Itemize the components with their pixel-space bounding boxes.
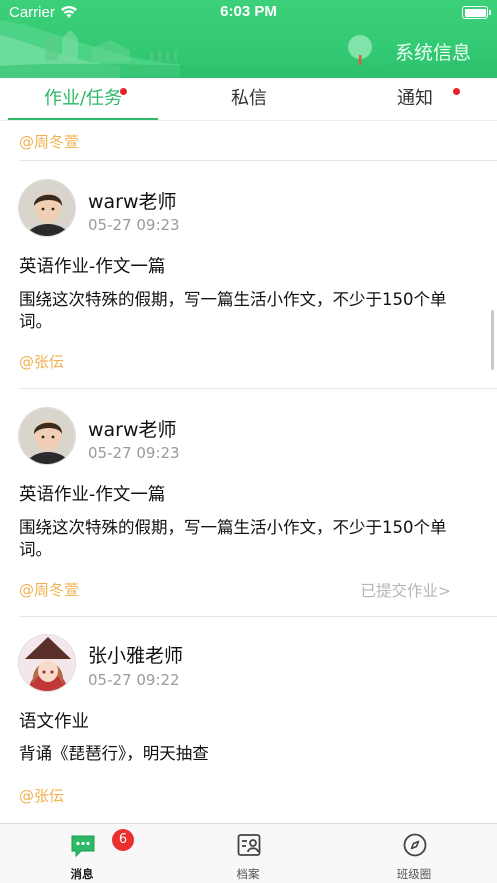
tabbar-item-messages[interactable]: 6 消息 [22, 824, 142, 883]
submitted-homework-link[interactable]: 已提交作业> [361, 579, 452, 601]
teacher-avatar[interactable] [18, 634, 76, 692]
compass-icon [403, 833, 427, 857]
homework-title: 英语作业-作文一篇 [19, 485, 166, 505]
homework-feed[interactable]: @周冬萱 warw老师 05-27 09:23 英语作业-作文一篇 围绕这次特殊… [0, 121, 497, 824]
post-time: 05-27 09:23 [88, 444, 180, 462]
tabbar-label: 班级圈 [396, 867, 432, 881]
tabbar-label: 消息 [70, 867, 94, 881]
homework-description: 围绕这次特殊的假期，写一篇生活小作文，不少于150个单词。 [19, 518, 447, 559]
teacher-name: 张小雅老师 [88, 645, 184, 667]
tab-homework-label: 作业/任务 [43, 88, 123, 109]
homework-post[interactable]: warw老师 05-27 09:23 英语作业-作文一篇 围绕这次特殊的假期，写… [0, 389, 497, 617]
tab-notifications[interactable]: 通知 [340, 78, 490, 121]
status-bar: Carrier 6:03 PM [0, 0, 497, 26]
mention-tag[interactable]: @张伝 [19, 351, 64, 372]
tab-homework[interactable]: 作业/任务 [8, 78, 158, 121]
mention-tag[interactable]: @周冬萱 [19, 131, 79, 152]
tabbar-label: 档案 [236, 867, 260, 881]
teacher-avatar[interactable] [18, 407, 76, 465]
tab-private-messages-label: 私信 [231, 88, 267, 109]
unread-count-badge: 6 [112, 829, 134, 851]
homework-description: 背诵《琵琶行》，明天抽查 [19, 744, 209, 763]
homework-description: 围绕这次特殊的假期，写一篇生活小作文，不少于150个单词。 [19, 290, 447, 331]
feed-scrollbar[interactable] [491, 310, 494, 370]
message-icon [71, 835, 95, 858]
homework-post[interactable]: 张小雅老师 05-27 09:22 语文作业 背诵《琵琶行》，明天抽查 @张伝 [0, 617, 497, 824]
active-tab-indicator [8, 118, 158, 120]
battery-icon [462, 6, 491, 19]
top-tab-bar: 作业/任务 私信 通知 [0, 78, 497, 121]
system-info-button[interactable]: 系统信息 [395, 38, 471, 65]
post-time: 05-27 09:23 [88, 216, 180, 234]
bottom-tab-bar: 6 消息 档案 班级圈 [0, 823, 497, 883]
tabbar-item-profile[interactable]: 档案 [188, 824, 308, 883]
header-banner: Carrier 6:03 PM 系统信息 [0, 0, 497, 78]
tab-private-messages[interactable]: 私信 [174, 78, 324, 121]
teacher-name: warw老师 [88, 419, 177, 441]
clock: 6:03 PM [220, 3, 277, 20]
homework-title: 英语作业-作文一篇 [19, 257, 166, 277]
homework-title: 语文作业 [19, 712, 89, 732]
teacher-avatar[interactable] [18, 179, 76, 237]
homework-post[interactable]: warw老师 05-27 09:23 英语作业-作文一篇 围绕这次特殊的假期，写… [0, 161, 497, 389]
profile-file-icon [237, 834, 261, 856]
mention-tag[interactable]: @周冬萱 [19, 579, 79, 600]
tabbar-item-class-circle[interactable]: 班级圈 [354, 824, 474, 883]
tab-notifications-unread-dot [453, 88, 460, 95]
tab-homework-unread-dot [120, 88, 127, 95]
post-time: 05-27 09:22 [88, 671, 180, 689]
mention-tag[interactable]: @张伝 [19, 785, 64, 806]
teacher-name: warw老师 [88, 191, 177, 213]
tab-notifications-label: 通知 [397, 88, 433, 109]
